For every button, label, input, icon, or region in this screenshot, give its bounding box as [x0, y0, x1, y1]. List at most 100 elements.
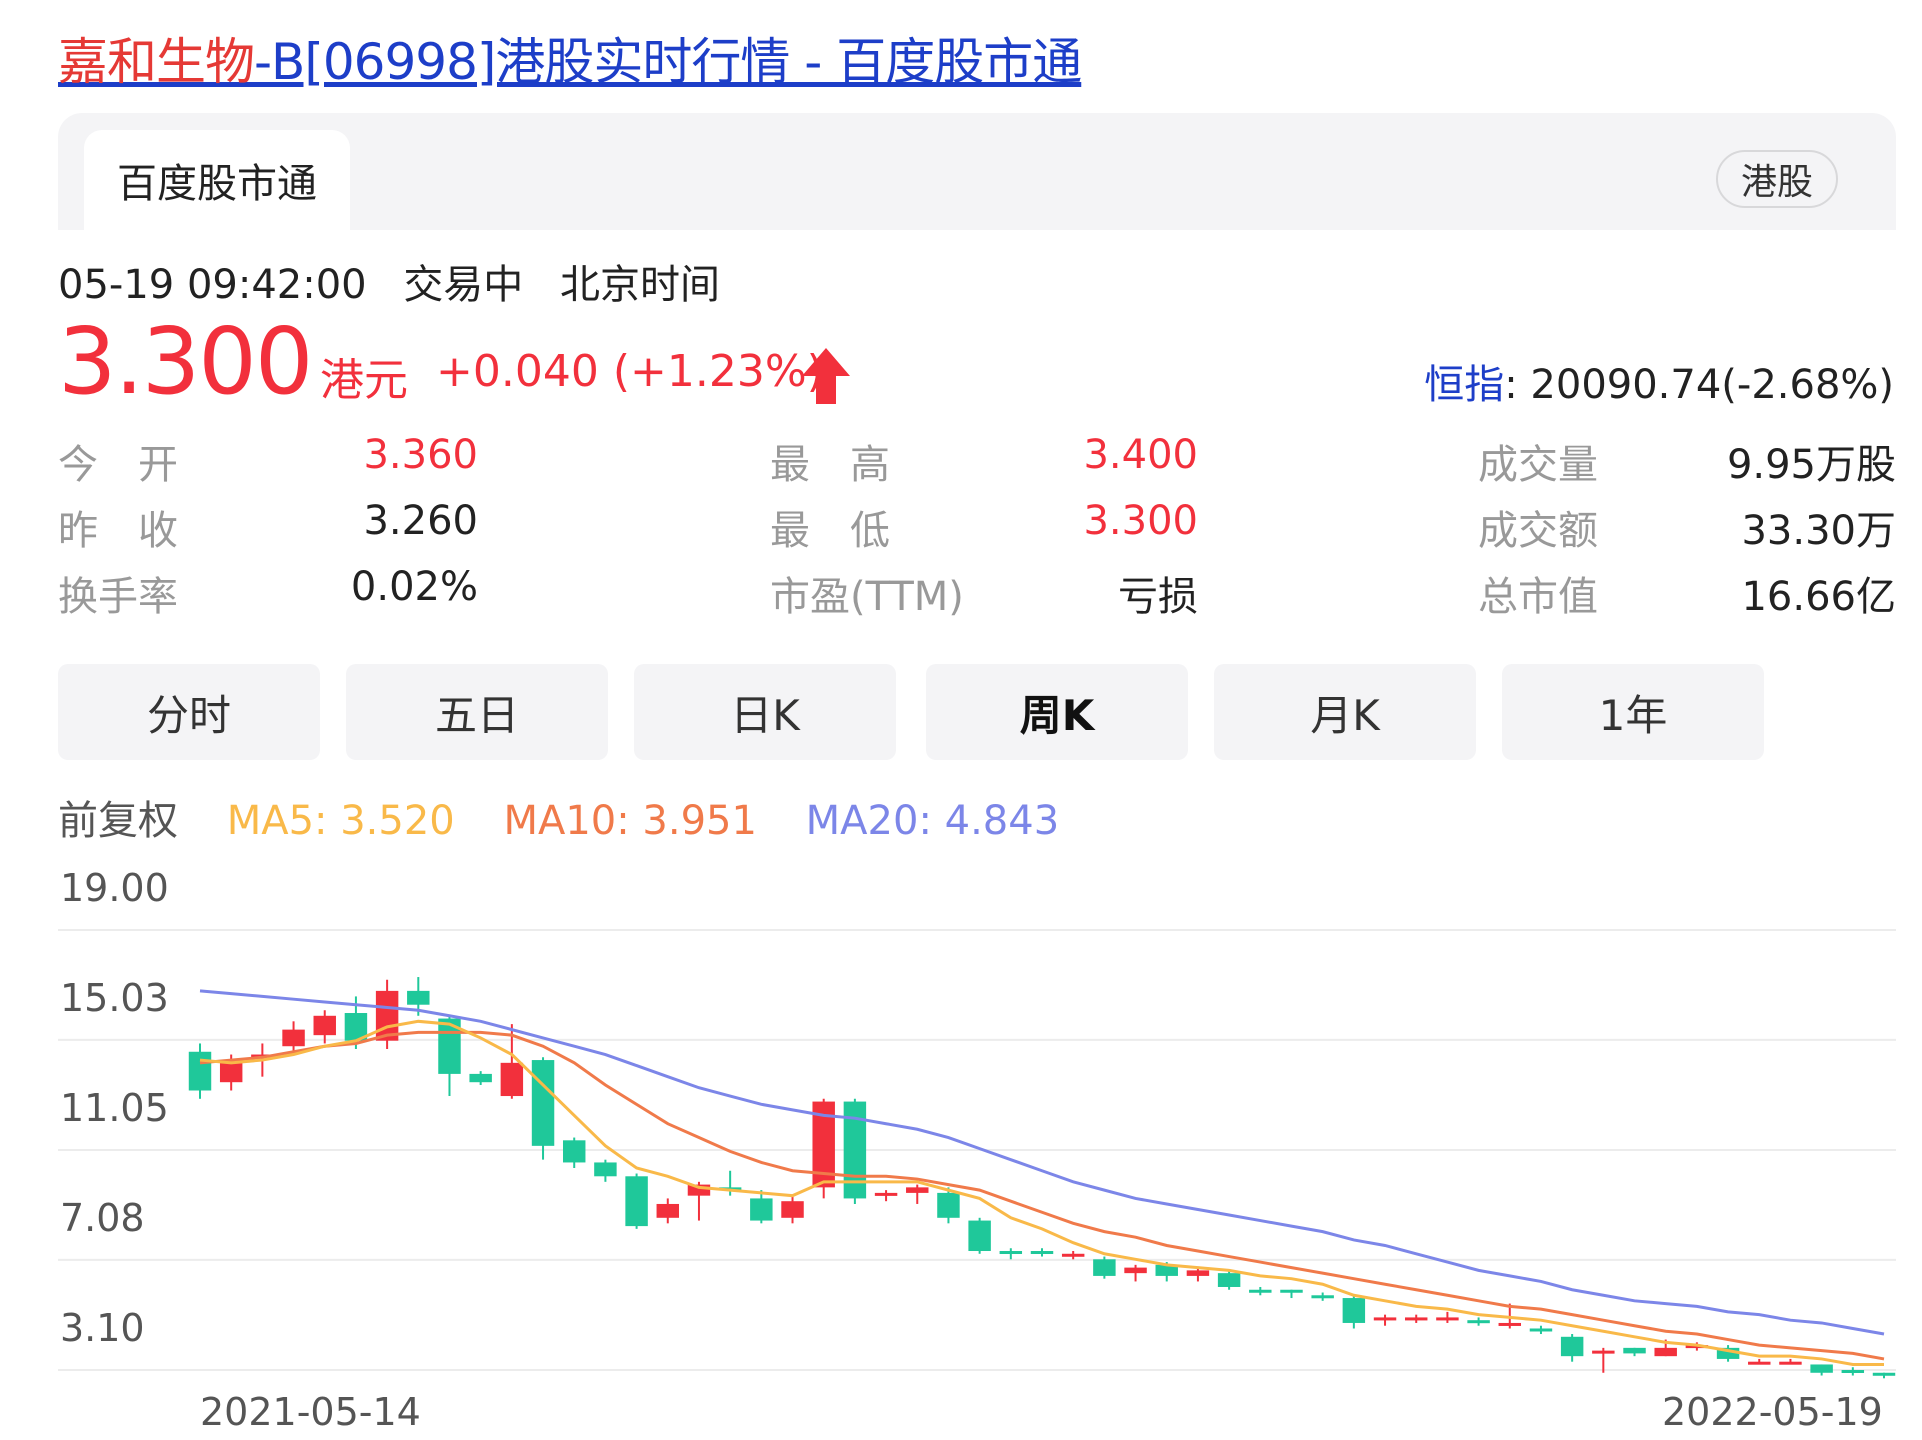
- candle-body: [1030, 1251, 1054, 1255]
- period-monthly-k-button[interactable]: 月K: [1214, 664, 1476, 760]
- candle-body: [1654, 1347, 1677, 1357]
- candle-body: [999, 1251, 1023, 1255]
- currency-label: 港元: [320, 355, 408, 406]
- candle-body: [1342, 1298, 1366, 1323]
- candle-body: [407, 990, 430, 1005]
- index-info[interactable]: 恒指: 20090.74(-2.68%): [1424, 352, 1894, 410]
- title-rest: -B[06998]港股实时行情 - 百度股市通: [254, 33, 1082, 91]
- adjust-label[interactable]: 前复权: [58, 798, 178, 844]
- pe-value: 亏损: [1118, 574, 1198, 620]
- candle-body: [1810, 1364, 1833, 1373]
- volume-label: 成交量: [1478, 442, 1598, 488]
- candle-body: [1404, 1317, 1428, 1321]
- candle-body: [531, 1060, 555, 1146]
- candle-body: [594, 1162, 617, 1177]
- candle-body: [1093, 1259, 1116, 1276]
- candle-body: [656, 1203, 680, 1218]
- candle-body: [1498, 1322, 1522, 1326]
- market-cap-value: 16.66亿: [1741, 574, 1896, 620]
- period-selector: 分时 五日 日K 周K 月K 1年: [58, 664, 1858, 760]
- y-tick-label: 3.10: [60, 1306, 145, 1350]
- candle-body: [1529, 1328, 1553, 1332]
- pe-label: 市盈(TTM): [770, 574, 964, 620]
- candle-body: [1592, 1350, 1615, 1354]
- ma-legend: 前复权 MA5: 3.520 MA10: 3.951 MA20: 4.843: [58, 788, 1095, 846]
- y-tick-label: 15.03: [60, 976, 169, 1020]
- open-label: 今 开: [58, 442, 178, 488]
- x-start-label: 2021-05-14: [200, 1390, 421, 1434]
- candle-body: [1373, 1317, 1397, 1321]
- candle-body: [937, 1192, 960, 1218]
- candle-body: [282, 1029, 305, 1047]
- candle-body: [625, 1176, 648, 1227]
- candle-body: [1872, 1372, 1896, 1376]
- open-value: 3.360: [363, 432, 478, 478]
- prev-close-label: 昨 收: [58, 508, 178, 554]
- prev-close-value: 3.260: [363, 498, 478, 544]
- quote-datetime: 05-19 09:42:00: [58, 262, 367, 308]
- candle-body: [1560, 1336, 1584, 1357]
- candle-body: [1436, 1317, 1459, 1321]
- candle-body: [1311, 1295, 1334, 1299]
- period-weekly-k-button[interactable]: 周K: [926, 664, 1188, 760]
- candle-body: [313, 1015, 336, 1036]
- market-cap-label: 总市值: [1478, 574, 1598, 620]
- y-tick-label: 7.08: [60, 1196, 145, 1240]
- high-value: 3.400: [1083, 432, 1198, 478]
- index-value: : 20090.74(-2.68%): [1504, 362, 1894, 408]
- candle-body: [1748, 1361, 1771, 1365]
- turnover-rate-label: 换手率: [58, 574, 178, 620]
- tab-baidu-stock[interactable]: 百度股市通: [84, 130, 350, 230]
- ma10-line: [199, 1030, 1885, 1361]
- amount-value: 33.30万: [1741, 508, 1896, 554]
- candle-body: [500, 1062, 524, 1097]
- status-line: 05-19 09:42:00 交易中 北京时间: [58, 252, 744, 310]
- x-end-label: 2022-05-19: [1662, 1390, 1883, 1434]
- candle-body: [1061, 1253, 1085, 1257]
- period-5day-button[interactable]: 五日: [346, 664, 608, 760]
- index-label: 恒指: [1424, 362, 1505, 408]
- candle-body: [1841, 1370, 1865, 1373]
- price-change: +0.040 (+1.23%): [436, 346, 824, 397]
- arrow-up-icon: [802, 348, 850, 404]
- title-stock-name: 嘉和生物: [58, 33, 255, 91]
- timezone-label: 北京时间: [560, 262, 721, 308]
- stats-grid: 今 开 3.360 昨 收 3.260 换手率 0.02% 最 高 3.400 …: [58, 432, 1896, 632]
- low-label: 最 低: [770, 508, 890, 554]
- candle-body: [1249, 1289, 1272, 1293]
- page-title-link[interactable]: 嘉和生物-B[06998]港股实时行情 - 百度股市通: [58, 22, 1082, 94]
- current-price: 3.300: [58, 308, 313, 415]
- candle-body: [1779, 1361, 1802, 1365]
- candle-body: [1467, 1320, 1490, 1324]
- candle-body: [1217, 1273, 1241, 1287]
- volume-value: 9.95万股: [1726, 442, 1896, 488]
- period-intraday-button[interactable]: 分时: [58, 664, 320, 760]
- trading-state: 交易中: [403, 262, 524, 308]
- candle-body: [781, 1201, 804, 1218]
- candle-body: [968, 1220, 991, 1252]
- kline-chart[interactable]: 19.00 15.03 11.05 7.08 3.10 2021-05-14 2…: [0, 860, 1922, 1440]
- kline-svg: [58, 929, 1896, 1379]
- period-daily-k-button[interactable]: 日K: [634, 664, 896, 760]
- ma5-label: MA5: 3.520: [226, 798, 455, 844]
- candle-body: [750, 1198, 773, 1221]
- candle-body: [1124, 1267, 1147, 1274]
- candle-body: [906, 1187, 929, 1193]
- high-label: 最 高: [770, 442, 890, 488]
- candle-body: [1623, 1347, 1646, 1354]
- y-tick-label: 11.05: [60, 1086, 169, 1130]
- y-tick-label: 19.00: [60, 866, 169, 910]
- market-tag: 港股: [1716, 150, 1838, 208]
- low-value: 3.300: [1083, 498, 1198, 544]
- candle-body: [1280, 1289, 1303, 1293]
- candle-body: [874, 1192, 898, 1196]
- ma20-label: MA20: 4.843: [805, 798, 1060, 844]
- period-1year-button[interactable]: 1年: [1502, 664, 1764, 760]
- candle-body: [188, 1051, 212, 1091]
- turnover-rate-value: 0.02%: [350, 564, 478, 610]
- ma10-label: MA10: 3.951: [503, 798, 757, 844]
- candle-body: [469, 1073, 492, 1083]
- candle-body: [562, 1140, 586, 1163]
- amount-label: 成交额: [1478, 508, 1598, 554]
- candle-body: [1186, 1270, 1210, 1276]
